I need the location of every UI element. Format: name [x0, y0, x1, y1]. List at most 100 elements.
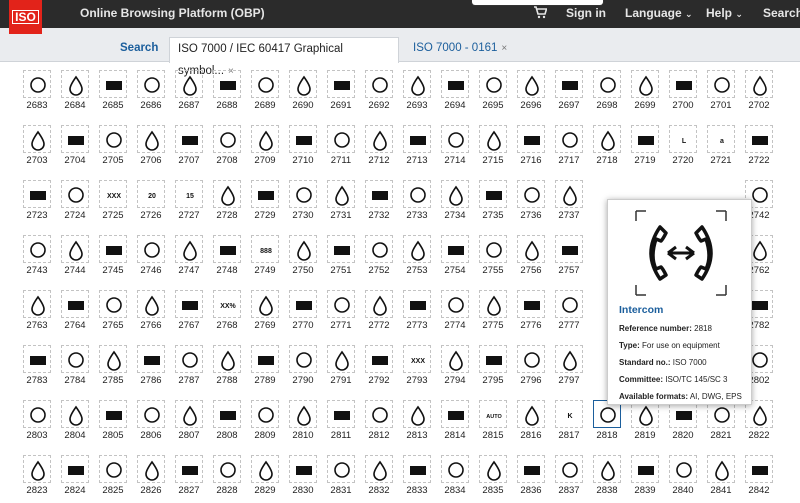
symbol-tile-2784[interactable]: 2784 — [57, 341, 93, 393]
tab-search[interactable]: Search — [112, 37, 166, 63]
symbol-tile-2817[interactable]: K 2817 — [551, 396, 587, 448]
symbol-tile-2746[interactable]: 2746 — [133, 231, 169, 283]
symbol-tile-2752[interactable]: 2752 — [361, 231, 397, 283]
tab-iso-7000-0161[interactable]: ISO 7000 - 0161 × — [405, 37, 515, 63]
symbol-tile-2756[interactable]: 2756 — [513, 231, 549, 283]
symbol-tile-2803[interactable]: 2803 — [19, 396, 55, 448]
symbol-tile-2833[interactable]: 2833 — [399, 451, 435, 503]
cart-icon[interactable] — [533, 5, 547, 19]
language-menu[interactable]: Language ⌄ — [625, 6, 693, 20]
iso-logo[interactable]: ISO — [9, 0, 42, 34]
symbol-tile-2835[interactable]: 2835 — [475, 451, 511, 503]
symbol-tile-2708[interactable]: 2708 — [209, 121, 245, 173]
sign-in-link[interactable]: Sign in — [566, 6, 606, 20]
symbol-tile-2697[interactable]: 2697 — [551, 66, 587, 118]
symbol-tile-2683[interactable]: 2683 — [19, 66, 55, 118]
symbol-tile-2767[interactable]: 2767 — [171, 286, 207, 338]
symbol-tile-2829[interactable]: 2829 — [247, 451, 283, 503]
symbol-tile-2737[interactable]: 2737 — [551, 176, 587, 228]
symbol-tile-2719[interactable]: 2719 — [627, 121, 663, 173]
symbol-tile-2754[interactable]: 2754 — [437, 231, 473, 283]
symbol-tile-2703[interactable]: 2703 — [19, 121, 55, 173]
symbol-tile-2834[interactable]: 2834 — [437, 451, 473, 503]
symbol-tile-2791[interactable]: 2791 — [323, 341, 359, 393]
symbol-tile-2796[interactable]: 2796 — [513, 341, 549, 393]
symbol-tile-2691[interactable]: 2691 — [323, 66, 359, 118]
symbol-tile-2839[interactable]: 2839 — [627, 451, 663, 503]
symbol-tile-2706[interactable]: 2706 — [133, 121, 169, 173]
symbol-tile-2775[interactable]: 2775 — [475, 286, 511, 338]
symbol-tile-2788[interactable]: 2788 — [209, 341, 245, 393]
symbol-tile-2792[interactable]: 2792 — [361, 341, 397, 393]
symbol-tile-2765[interactable]: 2765 — [95, 286, 131, 338]
symbol-tile-2770[interactable]: 2770 — [285, 286, 321, 338]
symbol-tile-2824[interactable]: 2824 — [57, 451, 93, 503]
symbol-tile-2783[interactable]: 2783 — [19, 341, 55, 393]
symbol-tile-2808[interactable]: 2808 — [209, 396, 245, 448]
symbol-tile-2786[interactable]: 2786 — [133, 341, 169, 393]
symbol-tile-2807[interactable]: 2807 — [171, 396, 207, 448]
symbol-tile-2689[interactable]: 2689 — [247, 66, 283, 118]
symbol-tile-2789[interactable]: 2789 — [247, 341, 283, 393]
symbol-tile-2757[interactable]: 2757 — [551, 231, 587, 283]
symbol-tile-2806[interactable]: 2806 — [133, 396, 169, 448]
symbol-tile-2720[interactable]: L 2720 — [665, 121, 701, 173]
symbol-tile-2830[interactable]: 2830 — [285, 451, 321, 503]
symbol-tile-2704[interactable]: 2704 — [57, 121, 93, 173]
symbol-tile-2751[interactable]: 2751 — [323, 231, 359, 283]
symbol-tile-2701[interactable]: 2701 — [703, 66, 739, 118]
symbol-tile-2776[interactable]: 2776 — [513, 286, 549, 338]
symbol-tile-2832[interactable]: 2832 — [361, 451, 397, 503]
symbol-tile-2804[interactable]: 2804 — [57, 396, 93, 448]
close-icon[interactable]: × — [501, 43, 507, 54]
symbol-tile-2790[interactable]: 2790 — [285, 341, 321, 393]
symbol-tile-2838[interactable]: 2838 — [589, 451, 625, 503]
symbol-tile-2810[interactable]: 2810 — [285, 396, 321, 448]
symbol-tile-2709[interactable]: 2709 — [247, 121, 283, 173]
symbol-tile-2816[interactable]: 2816 — [513, 396, 549, 448]
symbol-tile-2841[interactable]: 2841 — [703, 451, 739, 503]
symbol-tile-2715[interactable]: 2715 — [475, 121, 511, 173]
symbol-tile-2693[interactable]: 2693 — [399, 66, 435, 118]
symbol-tile-2688[interactable]: 2688 — [209, 66, 245, 118]
symbol-tile-2772[interactable]: 2772 — [361, 286, 397, 338]
symbol-tile-2710[interactable]: 2710 — [285, 121, 321, 173]
symbol-tile-2837[interactable]: 2837 — [551, 451, 587, 503]
symbol-tile-2794[interactable]: 2794 — [437, 341, 473, 393]
symbol-tile-2805[interactable]: 2805 — [95, 396, 131, 448]
symbol-tile-2815[interactable]: AUTO 2815 — [475, 396, 511, 448]
symbol-tile-2840[interactable]: 2840 — [665, 451, 701, 503]
symbol-tile-2747[interactable]: 2747 — [171, 231, 207, 283]
symbol-tile-2812[interactable]: 2812 — [361, 396, 397, 448]
symbol-tile-2809[interactable]: 2809 — [247, 396, 283, 448]
symbol-tile-2748[interactable]: 2748 — [209, 231, 245, 283]
symbol-tile-2716[interactable]: 2716 — [513, 121, 549, 173]
symbol-tile-2753[interactable]: 2753 — [399, 231, 435, 283]
symbol-tile-2785[interactable]: 2785 — [95, 341, 131, 393]
symbol-tile-2690[interactable]: 2690 — [285, 66, 321, 118]
symbol-tile-2727[interactable]: 15 2727 — [171, 176, 207, 228]
symbol-tile-2713[interactable]: 2713 — [399, 121, 435, 173]
symbol-tile-2685[interactable]: 2685 — [95, 66, 131, 118]
symbol-tile-2702[interactable]: 2702 — [741, 66, 777, 118]
symbol-tile-2686[interactable]: 2686 — [133, 66, 169, 118]
symbol-tile-2764[interactable]: 2764 — [57, 286, 93, 338]
symbol-tile-2692[interactable]: 2692 — [361, 66, 397, 118]
symbol-tile-2700[interactable]: 2700 — [665, 66, 701, 118]
symbol-tile-2749[interactable]: 888 2749 — [247, 231, 283, 283]
symbol-tile-2694[interactable]: 2694 — [437, 66, 473, 118]
symbol-tile-2814[interactable]: 2814 — [437, 396, 473, 448]
symbol-tile-2734[interactable]: 2734 — [437, 176, 473, 228]
symbol-tile-2695[interactable]: 2695 — [475, 66, 511, 118]
symbol-tile-2723[interactable]: 2723 — [19, 176, 55, 228]
symbol-tile-2687[interactable]: 2687 — [171, 66, 207, 118]
symbol-tile-2763[interactable]: 2763 — [19, 286, 55, 338]
symbol-tile-2773[interactable]: 2773 — [399, 286, 435, 338]
symbol-tile-2793[interactable]: XXX 2793 — [399, 341, 435, 393]
symbol-tile-2714[interactable]: 2714 — [437, 121, 473, 173]
symbol-tile-2699[interactable]: 2699 — [627, 66, 663, 118]
symbol-tile-2717[interactable]: 2717 — [551, 121, 587, 173]
symbol-tile-2777[interactable]: 2777 — [551, 286, 587, 338]
symbol-tile-2736[interactable]: 2736 — [513, 176, 549, 228]
symbol-tile-2842[interactable]: 2842 — [741, 451, 777, 503]
